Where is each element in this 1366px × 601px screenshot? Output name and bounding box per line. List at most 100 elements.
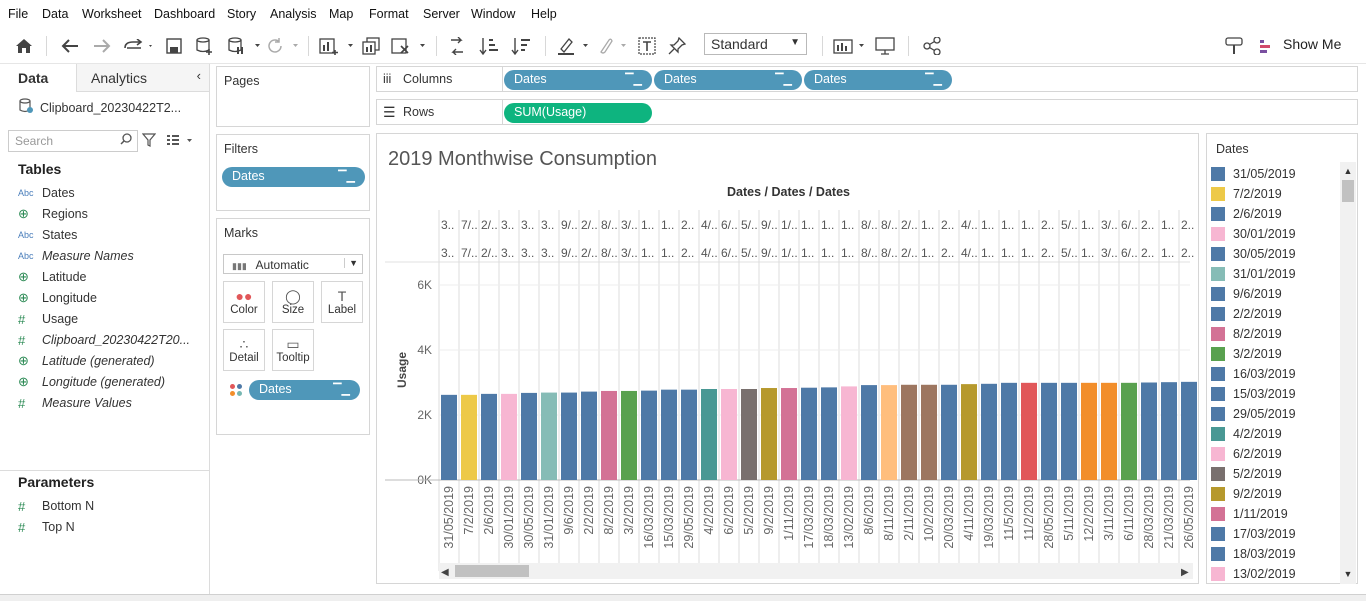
scroll-down-icon[interactable]: ▼: [1342, 569, 1354, 579]
legend-item[interactable]: 18/03/2019: [1211, 544, 1296, 564]
detail-button[interactable]: ∴ Detail: [223, 329, 265, 371]
menu-item-help[interactable]: Help: [531, 7, 557, 21]
field-item[interactable]: Abc Dates: [18, 184, 75, 202]
menu-item-worksheet[interactable]: Worksheet: [82, 7, 142, 21]
new-worksheet-icon[interactable]: [318, 34, 356, 58]
fit-dropdown[interactable]: Standard ▼: [704, 33, 807, 55]
field-item[interactable]: ⊕ Latitude: [18, 268, 86, 286]
menu-item-window[interactable]: Window: [471, 7, 515, 21]
legend-item[interactable]: 16/03/2019: [1211, 364, 1296, 384]
collapse-pane-icon[interactable]: ‹: [197, 68, 201, 83]
highlight-icon[interactable]: [556, 34, 592, 58]
show-me-button[interactable]: Show Me: [1283, 36, 1341, 52]
bar: [621, 390, 637, 480]
legend-item[interactable]: 29/05/2019: [1211, 404, 1296, 424]
size-button[interactable]: ◯ Size: [272, 281, 314, 323]
menu-item-dashboard[interactable]: Dashboard: [154, 7, 215, 21]
legend-item[interactable]: 3/2/2019: [1211, 344, 1282, 364]
tooltip-pointer-icon[interactable]: [1222, 34, 1246, 58]
legend-scroll-thumb[interactable]: [1342, 180, 1354, 202]
field-item[interactable]: ⊕ Longitude: [18, 289, 97, 307]
menu-item-map[interactable]: Map: [329, 7, 353, 21]
menu-item-data[interactable]: Data: [42, 7, 68, 21]
field-item[interactable]: # Measure Values: [18, 394, 132, 412]
search-input[interactable]: Search: [8, 130, 138, 152]
view-options-icon[interactable]: [166, 133, 194, 150]
presentation-mode-icon[interactable]: [874, 34, 896, 58]
label-button[interactable]: T Label: [321, 281, 363, 323]
column-pill-dates[interactable]: Dates ▔▁: [504, 70, 652, 90]
save-icon[interactable]: [164, 34, 184, 58]
menu-item-format[interactable]: Format: [369, 7, 409, 21]
filters-card[interactable]: Filters Dates ▔▁: [216, 134, 370, 211]
legend-item[interactable]: 31/01/2019: [1211, 264, 1296, 284]
menu-item-file[interactable]: File: [8, 7, 28, 21]
group-members-icon[interactable]: [594, 34, 630, 58]
color-button[interactable]: ●● Color: [223, 281, 265, 323]
legend-item[interactable]: 2/2/2019: [1211, 304, 1282, 324]
legend-item[interactable]: 5/2/2019: [1211, 464, 1282, 484]
duplicate-sheet-icon[interactable]: [360, 34, 382, 58]
datasource-item[interactable]: Clipboard_20230422T2...: [18, 98, 181, 117]
filter-icon[interactable]: [141, 133, 157, 150]
legend-item[interactable]: 13/02/2019: [1211, 564, 1296, 584]
field-item[interactable]: ⊕ Latitude (generated): [18, 352, 155, 370]
menu-item-server[interactable]: Server: [423, 7, 460, 21]
field-item[interactable]: # Usage: [18, 310, 78, 328]
legend-item[interactable]: 7/2/2019: [1211, 184, 1282, 204]
rows-shelf[interactable]: ☰ Rows SUM(Usage): [376, 99, 1358, 125]
home-icon[interactable]: [12, 34, 36, 58]
field-item[interactable]: Abc Measure Names: [18, 247, 134, 265]
legend-item[interactable]: 15/03/2019: [1211, 384, 1296, 404]
legend-item[interactable]: 30/05/2019: [1211, 244, 1296, 264]
scroll-up-icon[interactable]: ▲: [1342, 166, 1354, 176]
columns-shelf[interactable]: iii Columns Dates ▔▁ Dates ▔▁ Dates ▔▁: [376, 66, 1358, 92]
column-pill-dates[interactable]: Dates ▔▁: [654, 70, 802, 90]
tab-data[interactable]: Data: [0, 64, 76, 92]
bar: [441, 394, 457, 480]
show-cards-icon[interactable]: [832, 34, 868, 58]
legend-item[interactable]: 8/2/2019: [1211, 324, 1282, 344]
filter-pill-dates[interactable]: Dates ▔▁: [222, 167, 365, 187]
column-pill-dates[interactable]: Dates ▔▁: [804, 70, 952, 90]
legend-item[interactable]: 4/2/2019: [1211, 424, 1282, 444]
legend-item[interactable]: 31/05/2019: [1211, 164, 1296, 184]
sheet-tab-bar[interactable]: [0, 594, 1366, 601]
clear-sheet-icon[interactable]: [390, 34, 428, 58]
field-item[interactable]: ⊕ Longitude (generated): [18, 373, 165, 391]
back-arrow-icon[interactable]: [58, 34, 82, 58]
legend-item[interactable]: 6/2/2019: [1211, 444, 1282, 464]
legend-item[interactable]: 17/03/2019: [1211, 524, 1296, 544]
parameter-item[interactable]: # Bottom N: [18, 497, 94, 515]
legend-item[interactable]: 1/11/2019: [1211, 504, 1288, 524]
legend-item[interactable]: 2/6/2019: [1211, 204, 1282, 224]
sort-ascending-icon[interactable]: [478, 34, 500, 58]
menu-item-story[interactable]: Story: [227, 7, 256, 21]
legend-item[interactable]: 9/6/2019: [1211, 284, 1282, 304]
rows-pill-sum-usage[interactable]: SUM(Usage): [504, 103, 652, 123]
field-item[interactable]: # Clipboard_20230422T20...: [18, 331, 190, 349]
swap-rows-columns-icon[interactable]: [446, 34, 468, 58]
show-mark-labels-icon[interactable]: [636, 34, 658, 58]
field-item[interactable]: Abc States: [18, 226, 77, 244]
refresh-icon[interactable]: [266, 34, 302, 58]
legend-item[interactable]: 9/2/2019: [1211, 484, 1282, 504]
legend-scrollbar[interactable]: ▲ ▼: [1340, 162, 1356, 584]
header-label-row2: 2..: [1141, 246, 1154, 260]
field-item[interactable]: ⊕ Regions: [18, 205, 88, 223]
tooltip-button[interactable]: ▭ Tooltip: [272, 329, 314, 371]
share-icon[interactable]: [920, 34, 944, 58]
pages-card[interactable]: Pages: [216, 66, 370, 127]
pause-datasource-icon[interactable]: [226, 34, 266, 58]
fix-axes-pin-icon[interactable]: [666, 34, 688, 58]
new-datasource-icon[interactable]: [195, 34, 215, 58]
legend-item[interactable]: 30/01/2019: [1211, 224, 1296, 244]
sort-descending-icon[interactable]: [510, 34, 532, 58]
forward-arrow-icon[interactable]: [90, 34, 114, 58]
mark-type-dropdown[interactable]: ▮▮▮ Automatic ▼: [223, 254, 363, 274]
tab-analytics[interactable]: Analytics ‹: [76, 64, 209, 92]
menu-item-analysis[interactable]: Analysis: [270, 7, 317, 21]
parameter-item[interactable]: # Top N: [18, 518, 75, 536]
marks-pill-dates[interactable]: Dates ▔▁: [249, 380, 360, 400]
redo-dropdown-icon[interactable]: [120, 34, 156, 58]
